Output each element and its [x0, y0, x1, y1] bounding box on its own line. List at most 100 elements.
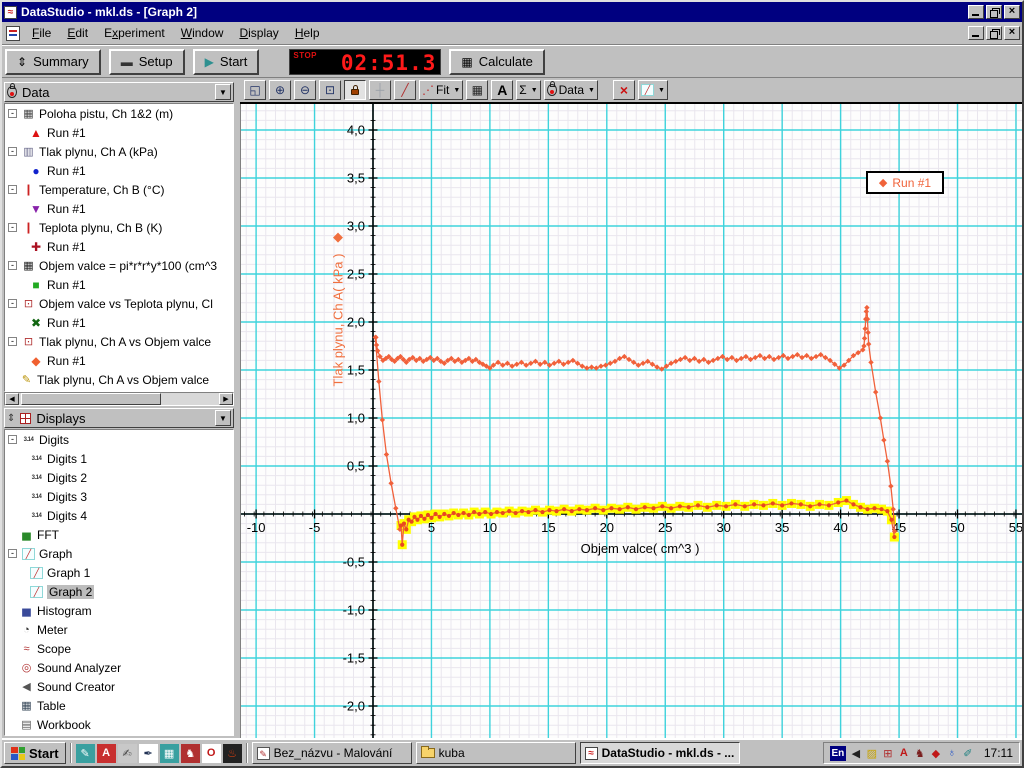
menu-display[interactable]: Display: [231, 23, 286, 43]
child-minimize-button[interactable]: [968, 26, 984, 40]
taz-icon[interactable]: ♞: [912, 747, 928, 760]
expander-icon[interactable]: -: [8, 299, 17, 308]
x-axis-title[interactable]: Objem valce( cm^3 ): [581, 541, 700, 556]
ql-hand-icon[interactable]: ✍: [118, 744, 137, 763]
tree-item[interactable]: ◔Meter: [5, 620, 233, 639]
text-note-button[interactable]: A: [491, 80, 513, 100]
ql-opera-icon[interactable]: O: [202, 744, 221, 763]
start-menu-button[interactable]: Start: [4, 742, 66, 764]
task-button[interactable]: ✎Bez_názvu - Malování: [252, 742, 412, 764]
task-button[interactable]: kuba: [416, 742, 576, 764]
tree-item[interactable]: -▦Objem valce = pi*r*r*y*100 (cm^3: [5, 256, 233, 275]
tree-item[interactable]: 3.14Digits 2: [5, 468, 233, 487]
data-dropdown-button[interactable]: ▼: [215, 84, 231, 100]
taskbar-clock[interactable]: 17:11: [984, 746, 1013, 760]
expander-icon[interactable]: -: [8, 109, 17, 118]
expander-icon[interactable]: -: [8, 223, 17, 232]
menu-file[interactable]: File: [24, 23, 59, 43]
tree-item[interactable]: ●Run #1: [5, 161, 233, 180]
ql-flame-icon[interactable]: ♨: [223, 744, 242, 763]
tree-item[interactable]: 3.14Digits 1: [5, 449, 233, 468]
tree-item[interactable]: -▥Tlak plynu, Ch A (kPa): [5, 142, 233, 161]
menu-help[interactable]: Help: [287, 23, 328, 43]
tree-item[interactable]: -╱Graph: [5, 544, 233, 563]
tree-item[interactable]: ╱Graph 2: [5, 582, 233, 601]
keyboard-layout-indicator[interactable]: En: [830, 746, 846, 761]
tree-item[interactable]: -3.14Digits: [5, 430, 233, 449]
tree-item[interactable]: ◎Sound Analyzer: [5, 658, 233, 677]
ql-notes-icon[interactable]: ✎: [76, 744, 95, 763]
expander-icon[interactable]: -: [8, 435, 17, 444]
setup-button[interactable]: ▬ Setup: [109, 49, 185, 75]
start-button[interactable]: ▶ Start: [193, 49, 260, 75]
tree-item[interactable]: ✎Tlak plynu, Ch A vs Objem valce: [5, 370, 233, 389]
scroll-left-icon[interactable]: ◀: [5, 393, 19, 405]
displays-panel-header[interactable]: ⇕ Displays ▼: [4, 408, 234, 428]
volume-icon[interactable]: ◀: [848, 747, 864, 760]
avg-icon[interactable]: ◆: [928, 747, 944, 760]
slope-tool-button[interactable]: ╱: [394, 80, 416, 100]
tree-item[interactable]: ◆Run #1: [5, 351, 233, 370]
lock-axes-button[interactable]: [344, 80, 366, 100]
expander-icon[interactable]: -: [8, 337, 17, 346]
menu-experiment[interactable]: Experiment: [96, 23, 173, 43]
child-close-button[interactable]: ×: [1004, 26, 1020, 40]
smart-tool-button[interactable]: ┼: [369, 80, 391, 100]
tree-item[interactable]: -⊡Tlak plynu, Ch A vs Objem valce: [5, 332, 233, 351]
tree-item[interactable]: ▅Histogram: [5, 601, 233, 620]
tree-item[interactable]: -❙Teplota plynu, Ch B (K): [5, 218, 233, 237]
child-restore-button[interactable]: [986, 26, 1002, 40]
document-window-icon[interactable]: [6, 26, 20, 41]
data-tree-hscrollbar[interactable]: ◀ ▶: [4, 392, 234, 406]
tree-item[interactable]: 3.14Digits 3: [5, 487, 233, 506]
expander-icon[interactable]: -: [8, 261, 17, 270]
tree-item[interactable]: -▦Poloha pistu, Ch 1&2 (m): [5, 104, 233, 123]
calculator-button[interactable]: ▦: [466, 80, 488, 100]
scheduler-icon[interactable]: ⊞: [880, 747, 896, 760]
zoom-in-button[interactable]: ⊕: [269, 80, 291, 100]
ql-dragon-icon[interactable]: ♞: [181, 744, 200, 763]
ql-pen-icon[interactable]: ✒: [139, 744, 158, 763]
tree-item[interactable]: -⊡Objem valce vs Teplota plynu, Cl: [5, 294, 233, 313]
y-axis-title[interactable]: Tlak plynu, Ch A( kPa ): [331, 254, 346, 387]
tree-item[interactable]: ≈Scope: [5, 639, 233, 658]
displays-dropdown-button[interactable]: ▼: [215, 410, 231, 426]
legend[interactable]: ◆ Run #1: [866, 171, 944, 194]
ati-icon[interactable]: A: [896, 747, 912, 760]
antivirus-icon[interactable]: ▨: [864, 747, 880, 760]
expander-icon[interactable]: -: [8, 147, 17, 156]
task-button[interactable]: ≈DataStudio - mkl.ds - ...: [580, 742, 740, 764]
restore-button[interactable]: [986, 5, 1002, 19]
graph-plot-area[interactable]: -10-55101520253035404550554,03,53,02,52,…: [240, 104, 1022, 738]
tree-item[interactable]: ✚Run #1: [5, 237, 233, 256]
tree-item[interactable]: ▼Run #1: [5, 199, 233, 218]
scale-to-fit-button[interactable]: ◱: [244, 80, 266, 100]
tree-item[interactable]: ✖Run #1: [5, 313, 233, 332]
zoom-out-button[interactable]: ⊖: [294, 80, 316, 100]
tree-item[interactable]: ▅FFT: [5, 525, 233, 544]
scroll-right-icon[interactable]: ▶: [219, 393, 233, 405]
close-button[interactable]: ×: [1004, 5, 1020, 19]
fit-menu-button[interactable]: ⋰Fit▼: [419, 80, 463, 100]
data-menu-button[interactable]: Data▼: [544, 80, 598, 100]
tree-item[interactable]: ▤Workbook: [5, 715, 233, 734]
expander-icon[interactable]: -: [8, 549, 17, 558]
statistics-button[interactable]: Σ▼: [516, 80, 540, 100]
summary-button[interactable]: ⇕ Summary: [5, 49, 101, 75]
tree-item[interactable]: ▲Run #1: [5, 123, 233, 142]
globe-icon[interactable]: ♁: [944, 747, 960, 760]
scrollbar-thumb[interactable]: [21, 393, 161, 405]
panel-splitter-icon[interactable]: ⇕: [7, 413, 15, 424]
data-panel-header[interactable]: Data ▼: [4, 82, 234, 102]
menu-window[interactable]: Window: [173, 23, 232, 43]
minimize-button[interactable]: [968, 5, 984, 19]
expander-icon[interactable]: -: [8, 185, 17, 194]
ql-acrobat-icon[interactable]: A: [97, 744, 116, 763]
tree-item[interactable]: -❙Temperature, Ch B (°C): [5, 180, 233, 199]
menu-edit[interactable]: Edit: [59, 23, 96, 43]
zoom-select-button[interactable]: ⊡: [319, 80, 341, 100]
calculate-button[interactable]: ▦ Calculate: [449, 49, 545, 75]
tree-item[interactable]: ■Run #1: [5, 275, 233, 294]
tree-item[interactable]: ◀Sound Creator: [5, 677, 233, 696]
tree-item[interactable]: ╱Graph 1: [5, 563, 233, 582]
